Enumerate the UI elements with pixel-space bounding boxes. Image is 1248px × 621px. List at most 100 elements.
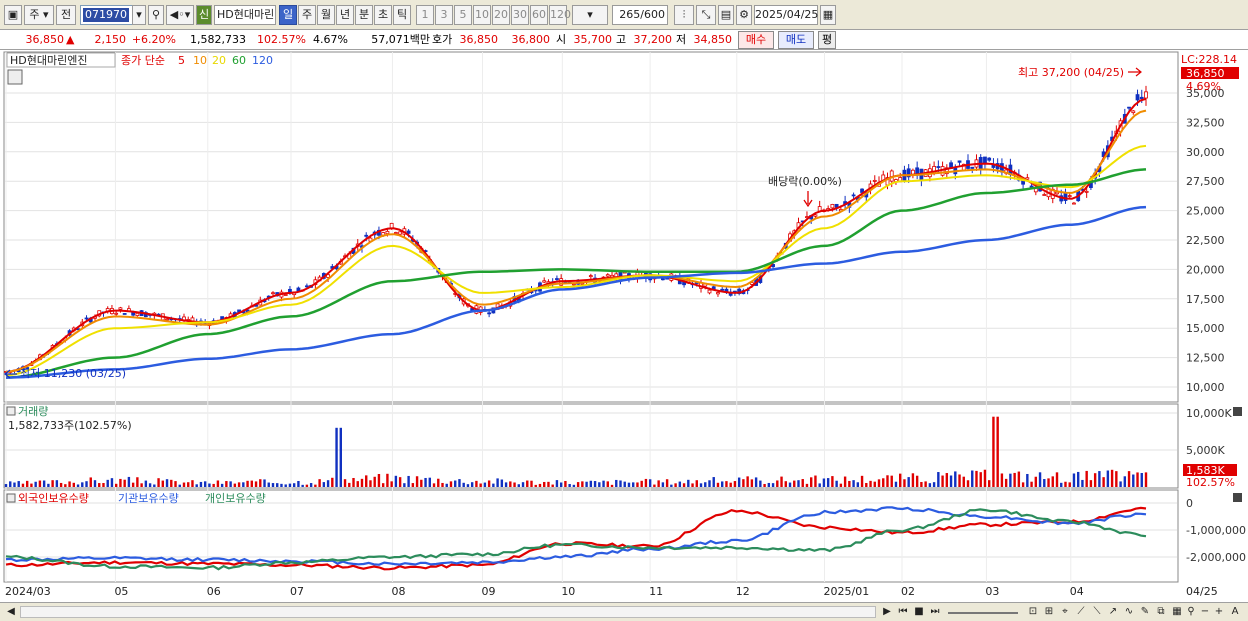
volume-bar	[954, 471, 957, 487]
volume-bar	[233, 483, 237, 487]
volume-bar	[899, 473, 902, 487]
edit-tool-icon[interactable]: ✎	[1138, 605, 1152, 619]
volume-bar	[13, 482, 16, 487]
wave-tool-icon[interactable]: ∿	[1122, 605, 1136, 619]
interval-button[interactable]: 1	[416, 5, 434, 25]
search-icon[interactable]: ⚲	[148, 5, 164, 25]
interval-button[interactable]: 30	[511, 5, 529, 25]
volume-bar	[657, 480, 660, 487]
lc-label: LC:228.14	[1181, 53, 1237, 66]
crosshair-icon[interactable]: ⌖	[1058, 605, 1072, 619]
volume-bar	[267, 482, 270, 487]
volume-bar	[1123, 476, 1127, 487]
save-icon[interactable]: ▤	[718, 5, 734, 25]
period-tab[interactable]: 월	[317, 5, 335, 25]
period-tab[interactable]: 초	[374, 5, 392, 25]
period-tab[interactable]: 주	[298, 5, 316, 25]
candle-body	[135, 312, 140, 316]
period-tab[interactable]: 분	[355, 5, 373, 25]
code-dropdown-icon[interactable]: ▾	[132, 5, 146, 25]
volume-bar	[712, 477, 715, 487]
volume-bar	[996, 416, 999, 487]
window-icon[interactable]: ▣	[4, 5, 22, 25]
first-page-icon[interactable]: ⏮	[896, 605, 910, 619]
panel-settings-icon[interactable]	[7, 69, 23, 85]
volume-panel-close-icon[interactable]	[1233, 407, 1242, 416]
zoom-search-icon[interactable]: ⚲	[1184, 605, 1198, 619]
volume-y-tick-label: 10,000K	[1186, 407, 1232, 420]
zoom-in-icon[interactable]: +	[1212, 605, 1226, 619]
volume-bar	[199, 481, 203, 487]
volume-bar	[284, 484, 287, 487]
interval-button[interactable]: 5	[454, 5, 472, 25]
zoom-out-icon[interactable]: −	[1198, 605, 1212, 619]
layout-icon[interactable]: ⊞	[1042, 605, 1056, 619]
volume-bar	[674, 483, 677, 487]
period-tab[interactable]: 일	[279, 5, 297, 25]
volume-bar	[81, 482, 84, 487]
sell-button[interactable]: 매도	[778, 31, 814, 49]
zoom-tool-icon[interactable]: ⤡	[696, 5, 716, 25]
volume-bar	[326, 480, 330, 487]
buy-button[interactable]: 매수	[738, 31, 774, 49]
price-tag: 36,850	[1186, 67, 1225, 80]
chart-svg[interactable]: 35,00032,50030,00027,50025,00022,50020,0…	[0, 50, 1248, 602]
holdings-panel-icon[interactable]	[6, 493, 16, 503]
volume-bar	[661, 482, 665, 487]
copy-icon[interactable]: ⧉	[1154, 605, 1168, 619]
candle-body	[851, 194, 856, 197]
volume-bar	[178, 484, 181, 487]
volume-bar	[733, 481, 737, 487]
scroll-right-icon[interactable]: ▶	[880, 605, 894, 619]
interval-button[interactable]: 3	[435, 5, 453, 25]
ray-tool-icon[interactable]: ⟍	[1090, 605, 1104, 619]
scroll-left-icon[interactable]: ◀	[4, 605, 18, 619]
volume-bar	[288, 483, 292, 487]
volume-bar	[1047, 478, 1050, 487]
holdings-panel-close-icon[interactable]	[1233, 493, 1242, 502]
volume-bar	[454, 480, 457, 487]
date-input[interactable]: 2025/04/25	[754, 5, 818, 25]
candle-body	[385, 230, 390, 234]
volume-bar	[1140, 472, 1143, 487]
volume-bar	[928, 483, 932, 487]
last-page-icon[interactable]: ⏭	[928, 605, 942, 619]
calendar-icon[interactable]: ▦	[820, 5, 836, 25]
volume-tag-pct: 102.57%	[1186, 476, 1235, 489]
interval-button[interactable]: 20	[492, 5, 510, 25]
period-tab[interactable]: 년	[336, 5, 354, 25]
fit-icon[interactable]: ⊡	[1026, 605, 1040, 619]
grid-tool-icon[interactable]: ▦	[1170, 605, 1184, 619]
period-tab[interactable]: 틱	[393, 5, 411, 25]
volume-bar	[369, 480, 372, 487]
scroll-track[interactable]	[20, 606, 876, 618]
stop-icon[interactable]: ■	[912, 605, 926, 619]
volume-bar	[704, 482, 707, 487]
count-input[interactable]: 265/600	[612, 5, 668, 25]
interval-button[interactable]: 10	[473, 5, 491, 25]
interval-button[interactable]: 60	[530, 5, 548, 25]
volume-bar	[496, 478, 499, 487]
candle-icon[interactable]: ⫶	[674, 5, 694, 25]
trend-tool-icon[interactable]: ⟋	[1074, 605, 1088, 619]
arrow-tool-icon[interactable]: ↗	[1106, 605, 1120, 619]
volume-bar	[352, 477, 355, 487]
interval-button[interactable]: 120	[549, 5, 571, 25]
volume-bar	[68, 481, 71, 487]
market-select[interactable]: 주 ▾	[24, 5, 54, 25]
turnover: 4.67%	[313, 33, 348, 46]
low-price: 34,850	[693, 33, 733, 46]
font-size-icon[interactable]: A	[1228, 605, 1242, 619]
candle-body	[1144, 91, 1148, 99]
speaker-icon[interactable]: ◀◦▾	[166, 5, 194, 25]
zoom-slider[interactable]	[948, 612, 1018, 614]
prev-button[interactable]: 전	[56, 5, 76, 25]
eval-button[interactable]: 평	[818, 31, 836, 49]
volume-panel-icon[interactable]	[6, 406, 16, 416]
interval-dropdown[interactable]: ▾	[572, 5, 608, 25]
gear-icon[interactable]: ⚙	[736, 5, 752, 25]
volume-bar	[38, 480, 42, 487]
volume-bar	[971, 470, 974, 487]
candle-body	[542, 280, 547, 283]
volume-bar	[691, 483, 694, 487]
